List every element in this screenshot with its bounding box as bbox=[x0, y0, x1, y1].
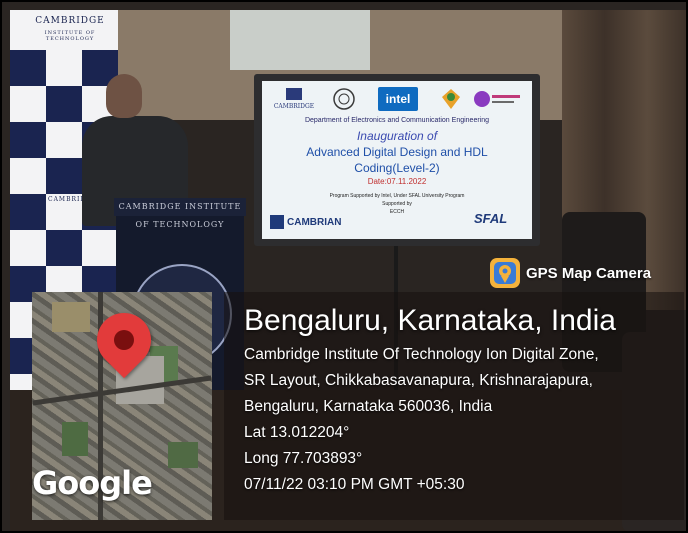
sfal-logo: SFAL bbox=[474, 211, 508, 226]
timestamp: 07/11/22 03:10 PM GMT +05:30 bbox=[244, 476, 465, 493]
incubation-logo-icon bbox=[472, 87, 522, 111]
slide-supported-by: Supported by bbox=[382, 201, 412, 207]
cambridge-logo-icon: CAMBRIDGE bbox=[272, 87, 316, 111]
college-seal-icon bbox=[332, 87, 356, 111]
presentation-slide: CAMBRIDGE intel Department of Electronic… bbox=[262, 81, 532, 239]
banner-subtext: INSTITUTE OF TECHNOLOGY bbox=[44, 30, 96, 42]
longitude: Long 77.703893° bbox=[244, 450, 363, 467]
gps-map-camera-icon bbox=[490, 258, 520, 288]
latitude: Lat 13.012204° bbox=[244, 424, 350, 441]
slide-course-line1: Advanced Digital Design and HDL bbox=[306, 145, 488, 159]
cambrian-logo-text: CAMBRIAN bbox=[287, 217, 342, 228]
partner-logo-icon bbox=[440, 87, 462, 111]
cambrian-logo-icon bbox=[270, 215, 284, 230]
banner-logo-repeat: CAMBRIDGE bbox=[48, 196, 98, 203]
speaker-head bbox=[106, 74, 142, 118]
gps-badge-label: GPS Map Camera bbox=[526, 264, 652, 282]
slide-department: Department of Electronics and Communicat… bbox=[304, 117, 490, 124]
photo-frame: CAMBRIDGE INSTITUTE OF TECHNOLOGY CAMBRI… bbox=[0, 0, 688, 533]
address-line-2: SR Layout, Chikkabasavanapura, Krishnara… bbox=[244, 372, 593, 389]
address-line-3: Bengaluru, Karnataka 560036, India bbox=[244, 398, 493, 415]
slide-support-line: Program Supported by Intel, Under SFAL U… bbox=[329, 193, 465, 199]
gps-badge: GPS Map Camera bbox=[490, 256, 651, 290]
svg-text:CAMBRIDGE: CAMBRIDGE bbox=[274, 103, 314, 110]
cambrian-logo: CAMBRIAN bbox=[270, 215, 341, 231]
slide-date: Date:07.11.2022 bbox=[367, 177, 427, 186]
location-title: Bengaluru, Karnataka, India bbox=[244, 304, 616, 337]
podium-label: CAMBRIDGE INSTITUTE OF TECHNOLOGY bbox=[114, 198, 246, 229]
slide-course-line2: Coding(Level-2) bbox=[354, 161, 440, 175]
intel-logo: intel bbox=[378, 87, 418, 111]
event-photo: CAMBRIDGE INSTITUTE OF TECHNOLOGY CAMBRI… bbox=[2, 2, 686, 531]
window bbox=[230, 10, 370, 70]
banner-logo: CAMBRIDGE bbox=[35, 16, 105, 26]
google-watermark: Google bbox=[32, 464, 153, 502]
address-line-1: Cambridge Institute Of Technology Ion Di… bbox=[244, 346, 599, 363]
slide-event-title: Inauguration of bbox=[356, 129, 438, 143]
